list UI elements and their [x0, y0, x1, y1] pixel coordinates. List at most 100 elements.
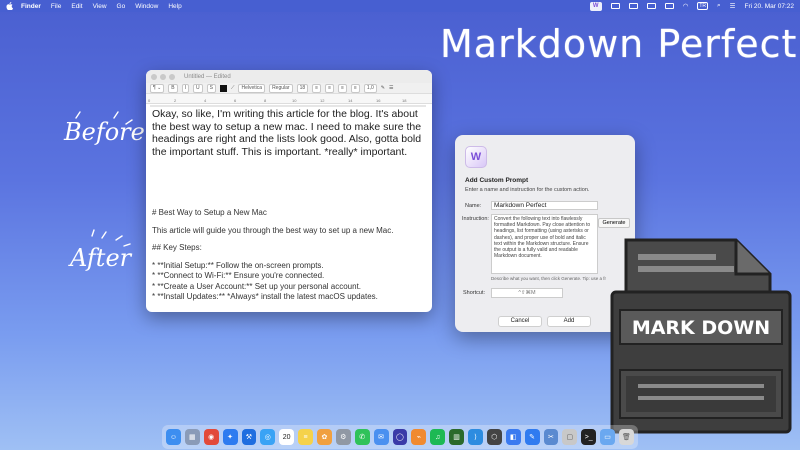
zoom-button[interactable] — [169, 73, 175, 80]
dock-vscode-icon[interactable]: ⟩ — [468, 429, 483, 445]
menu-status-area: W ◠ TR ⌕ ☰ Fri 20. Mar 07:22 — [589, 1, 795, 11]
svg-text:0: 0 — [148, 98, 151, 103]
bold-button[interactable]: B — [168, 83, 178, 93]
window-titlebar[interactable]: Untitled — Edited — [146, 70, 432, 83]
dock-mail-icon[interactable]: ✉ — [373, 429, 389, 445]
minimize-button[interactable] — [160, 73, 166, 80]
dock-notes-icon[interactable]: ≡ — [298, 429, 313, 445]
wifi-icon[interactable]: ◠ — [683, 2, 689, 10]
name-field[interactable]: Markdown Perfect — [491, 201, 598, 210]
battery-icon[interactable] — [646, 3, 656, 9]
menu-view[interactable]: View — [93, 3, 107, 10]
markdown-list: * **Initial Setup:** Follow the on-scree… — [152, 261, 426, 303]
dock-trash-icon[interactable]: 🗑 — [619, 429, 634, 445]
ruler[interactable]: 0 2 4 6 8 10 12 14 16 18 — [146, 94, 432, 107]
display-icon[interactable] — [628, 3, 638, 9]
instruction-label: Instruction: — [462, 216, 489, 222]
document-body[interactable]: Okay, so like, I'm writing this article … — [146, 104, 432, 307]
svg-text:16: 16 — [376, 98, 381, 103]
control-center-icon[interactable]: ☰ — [730, 2, 736, 10]
dock-spotify-icon[interactable]: ♫ — [430, 429, 446, 445]
dock-terminal-green-icon[interactable]: ▥ — [449, 429, 464, 445]
align-center-button[interactable]: ≡ — [325, 83, 334, 93]
dock-folder-icon[interactable]: ▭ — [600, 429, 615, 445]
dock-app-cube-icon[interactable]: ⬡ — [486, 429, 502, 445]
paragraph-style-menu[interactable]: ¶ ⌄ — [150, 83, 165, 93]
markdown-file-icon: MARK DOWN — [610, 238, 792, 434]
after-label: After — [70, 244, 132, 272]
dock-messages-icon[interactable]: ✎ — [524, 429, 540, 445]
dock-app-blue-icon[interactable]: ◧ — [505, 429, 521, 445]
dock-terminal-icon[interactable]: >_ — [581, 429, 597, 445]
list-item: * **Connect to Wi-Fi:** Ensure you're co… — [152, 271, 325, 280]
cancel-button[interactable]: Cancel — [498, 316, 542, 327]
format-toolbar: ¶ ⌄ B I U S ⟋ Helvetica Regular 18 ≡ ≡ ≡… — [146, 83, 432, 94]
after-markdown: # Best Way to Setup a New Mac This artic… — [152, 208, 426, 303]
media-icon[interactable] — [664, 3, 674, 9]
clear-format-icon[interactable]: ⟋ — [231, 85, 235, 91]
list-item: * **Initial Setup:** Follow the on-scree… — [152, 260, 324, 270]
shortcut-recorder[interactable]: ^⇧⌘M — [491, 288, 563, 298]
menu-window[interactable]: Window — [135, 3, 158, 10]
generate-button[interactable]: Generate — [598, 218, 630, 228]
font-size-field[interactable]: 18 — [296, 83, 309, 93]
menu-file[interactable]: File — [51, 3, 61, 10]
dialog-subtitle: Enter a name and instruction for the cus… — [465, 187, 590, 193]
dock-safari-icon[interactable]: ✦ — [222, 429, 238, 445]
dock-keynote-icon[interactable]: ⌁ — [411, 429, 427, 445]
dock-whatsapp-icon[interactable]: ✆ — [354, 429, 370, 445]
svg-text:14: 14 — [348, 98, 353, 103]
line-spacing-select[interactable]: 1,0 — [363, 83, 377, 93]
dock-safari-blue-icon[interactable]: ◎ — [260, 429, 276, 445]
dock-settings-icon[interactable]: ⚙ — [335, 429, 351, 445]
dock-app-tools-icon[interactable]: ✂ — [543, 429, 559, 445]
pen-icon[interactable]: ✎ — [381, 85, 385, 91]
before-label: Before — [64, 118, 145, 146]
overlay-title: Markdown Perfect — [440, 22, 798, 66]
app-icon: W — [465, 146, 487, 168]
italic-button[interactable]: I — [181, 83, 189, 93]
dock-launchpad-icon[interactable]: ▦ — [184, 429, 200, 445]
clock[interactable]: Fri 20. Mar 07:22 — [745, 3, 795, 10]
md-icon-label: MARK DOWN — [632, 317, 770, 339]
list-icon[interactable]: ☰ — [389, 85, 393, 91]
align-right-button[interactable]: ≡ — [337, 83, 347, 93]
justify-button[interactable]: ≡ — [350, 83, 360, 93]
menu-bar: Finder File Edit View Go Window Help W ◠… — [0, 0, 800, 12]
svg-text:2: 2 — [174, 98, 177, 103]
text-color-swatch[interactable] — [219, 84, 227, 92]
screen-icon[interactable] — [610, 3, 620, 9]
svg-text:18: 18 — [402, 98, 407, 103]
dock-chrome-icon[interactable]: ◉ — [203, 429, 219, 445]
window-title: Untitled — Edited — [184, 73, 231, 80]
svg-text:6: 6 — [234, 98, 237, 103]
input-source-badge[interactable]: TR — [697, 2, 709, 10]
close-button[interactable] — [151, 73, 157, 80]
markdown-heading: # Best Way to Setup a New Mac — [152, 208, 267, 217]
shortcut-label: Shortcut: — [463, 290, 486, 296]
menu-finder[interactable]: Finder — [21, 3, 41, 10]
menu-help[interactable]: Help — [168, 3, 181, 10]
font-family-select[interactable]: Helvetica — [238, 83, 266, 93]
align-left-button[interactable]: ≡ — [312, 83, 322, 93]
dock-calendar-icon[interactable]: 20 — [279, 429, 295, 445]
svg-text:10: 10 — [292, 98, 297, 103]
dock-app-gray-icon[interactable]: ▢ — [562, 429, 578, 445]
instruction-field[interactable]: Convert the following text into flawless… — [491, 214, 598, 274]
add-button[interactable]: Add — [547, 316, 591, 327]
svg-text:12: 12 — [320, 98, 325, 103]
underline-button[interactable]: U — [193, 83, 203, 93]
strikethrough-button[interactable]: S — [206, 83, 216, 93]
font-style-select[interactable]: Regular — [269, 83, 293, 93]
dock-xcode-icon[interactable]: ⚒ — [241, 429, 257, 445]
dock-finder-icon[interactable]: ☺ — [166, 429, 181, 445]
dock-app-dark-icon[interactable]: ◯ — [392, 429, 408, 445]
menu-edit[interactable]: Edit — [71, 3, 82, 10]
apple-icon[interactable] — [6, 2, 13, 10]
list-item: * **Install Updates:** *Always* install … — [152, 292, 378, 301]
search-icon[interactable]: ⌕ — [717, 2, 721, 10]
list-item: * **Create a User Account:** Set up your… — [152, 281, 362, 291]
dock-photos-icon[interactable]: ✿ — [317, 429, 332, 445]
markdown-perfect-menu-icon[interactable]: W — [589, 1, 602, 11]
menu-go[interactable]: Go — [117, 3, 126, 10]
